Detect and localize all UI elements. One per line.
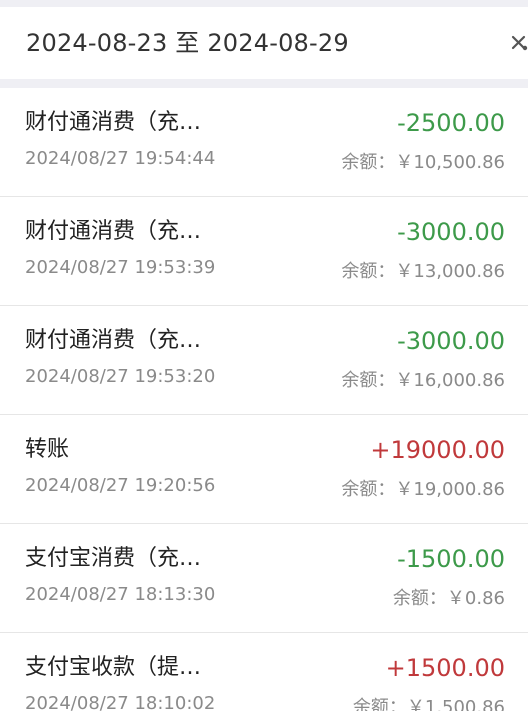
transaction-title: 支付宝消费（充… — [25, 546, 202, 571]
transaction-balance: 余额：￥1,500.86 — [352, 697, 505, 711]
transaction-title: 财付通消费（充… — [25, 110, 202, 135]
transaction-row[interactable]: 支付宝收款（提… 2024/08/27 18:10:02 +1500.00 余额… — [0, 633, 528, 711]
transaction-amount: -1500.00 — [397, 545, 505, 573]
transaction-title: 转账 — [25, 437, 70, 462]
transaction-time: 2024/08/27 19:53:39 — [25, 257, 216, 278]
transaction-time: 2024/08/27 19:20:56 — [25, 475, 216, 496]
transaction-title: 支付宝收款（提… — [25, 655, 202, 680]
transaction-time: 2024/08/27 19:53:20 — [25, 366, 216, 387]
transaction-time: 2024/08/27 18:10:02 — [25, 693, 216, 711]
transaction-row[interactable]: 财付通消费（充… 2024/08/27 19:54:44 -2500.00 余额… — [0, 88, 528, 197]
transaction-title: 财付通消费（充… — [25, 328, 202, 353]
transaction-time: 2024/08/27 18:13:30 — [25, 584, 216, 605]
transaction-amount: +19000.00 — [370, 436, 505, 464]
transaction-title: 财付通消费（充… — [25, 219, 202, 244]
filter-tool-icon[interactable] — [510, 35, 528, 53]
date-range-label[interactable]: 2024-08-23 至 2024-08-29 — [26, 29, 349, 57]
transaction-history-screen: 2024-08-23 至 2024-08-29 财付通消费（充… 2024/08… — [0, 0, 528, 711]
date-range-header[interactable]: 2024-08-23 至 2024-08-29 — [0, 7, 528, 79]
transaction-balance: 余额：￥13,000.86 — [341, 261, 505, 282]
transaction-amount: -3000.00 — [397, 327, 505, 355]
transaction-amount: -2500.00 — [397, 109, 505, 137]
transaction-balance: 余额：￥10,500.86 — [341, 152, 505, 173]
transaction-amount: -3000.00 — [397, 218, 505, 246]
transaction-balance: 余额：￥0.86 — [392, 588, 505, 609]
transaction-row[interactable]: 财付通消费（充… 2024/08/27 19:53:20 -3000.00 余额… — [0, 306, 528, 415]
transaction-row[interactable]: 支付宝消费（充… 2024/08/27 18:13:30 -1500.00 余额… — [0, 524, 528, 633]
transaction-balance: 余额：￥16,000.86 — [341, 370, 505, 391]
transaction-balance: 余额：￥19,000.86 — [341, 479, 505, 500]
transaction-time: 2024/08/27 19:54:44 — [25, 148, 216, 169]
transaction-row[interactable]: 转账 2024/08/27 19:20:56 +19000.00 余额：￥19,… — [0, 415, 528, 524]
transaction-row[interactable]: 财付通消费（充… 2024/08/27 19:53:39 -3000.00 余额… — [0, 197, 528, 306]
transaction-amount: +1500.00 — [385, 654, 505, 682]
transaction-list: 财付通消费（充… 2024/08/27 19:54:44 -2500.00 余额… — [0, 88, 528, 711]
